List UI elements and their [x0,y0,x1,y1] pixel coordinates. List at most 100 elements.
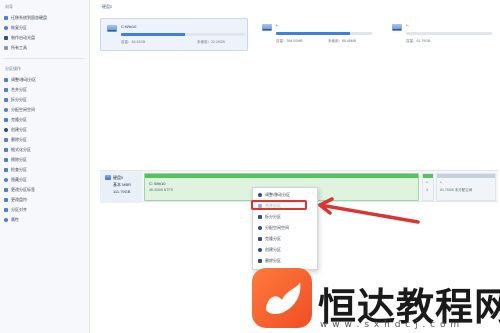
segment-usage-strip [145,174,418,178]
sidebar-item-label: 属性 [11,217,19,222]
sidebar-item-align[interactable]: 分区对齐 [4,206,88,214]
migrate-icon [4,16,8,20]
format-icon [4,148,8,152]
sidebar-item-label: 分区对齐 [11,207,27,212]
sidebar: 向导 迁移系统到固态硬盘 恢复分区 制作启动光盘 所有工具 分区操作 调整/移动… [0,0,90,333]
segment-usage-strip [423,174,433,178]
sidebar-item-clone[interactable]: 克隆分区 [4,116,88,124]
sidebar-item-properties[interactable]: 属性 [4,216,88,224]
segment-size: 46.43GB NTFS [149,188,173,192]
sidebar-item-label: 克隆分区 [11,117,27,122]
restore-icon [4,26,8,30]
drive-icon [392,24,402,31]
drive-icon [107,25,117,32]
ctx-item-label: 调整/移动分区 [265,191,291,197]
resize-icon [4,78,8,82]
sidebar-item-merge[interactable]: 合并分区 [4,86,88,94]
segment-name: *: [440,181,443,185]
sidebar-item-label: 检查分区 [11,167,27,172]
merge-icon [4,88,8,92]
sidebar-item-all-tools[interactable]: 所有工具 [4,44,88,52]
tools-icon [4,46,8,50]
partition-name: *: [276,23,279,28]
sidebar-item-check[interactable]: 检查分区 [4,166,88,174]
disk-info-block[interactable]: 硬盘0 基本 MBR 111.79GB [100,171,142,203]
sidebar-item-restore-partition[interactable]: 恢复分区 [4,24,88,32]
align-icon [4,208,8,212]
usage-fill [121,33,186,36]
free-text: 未使用：22.29GB [197,40,225,44]
ctx-item-create[interactable]: 创建分区 [255,245,317,254]
properties-icon [4,218,8,222]
partition-card-3[interactable]: *: 容量：61.79GB [386,18,496,51]
sidebar-item-label: 合并分区 [11,87,27,92]
sidebar-item-change-label[interactable]: 更改分区标签 [4,186,88,194]
sidebar-item-boot-disc[interactable]: 制作启动光盘 [4,34,88,42]
disk-type: 基本 MBR [113,182,131,187]
capacity-text: 容量：384.00MB [276,39,303,43]
sidebar-item-label: 恢复分区 [11,25,27,30]
drive-letter-icon [4,198,8,202]
delete-icon [258,258,262,263]
partition-card-c[interactable]: C:Win10 容量：46.43GB 未使用：22.29GB [100,18,248,51]
ctx-item-clone[interactable]: 克隆分区 [255,234,317,243]
sidebar-item-label: 所有工具 [11,45,27,50]
hard-disk-icon [105,175,111,180]
hide-icon [4,178,8,182]
sidebar-item-migrate-os[interactable]: 迁移系统到固态硬盘 [4,14,88,22]
watermark-url: w w w . s x h d c j . c o m [320,320,461,330]
highlight-box [251,200,307,210]
sidebar-item-delete[interactable]: 删除分区 [4,136,88,144]
ctx-item-delete[interactable]: 删除分区 [255,256,317,265]
annotation-arrow [318,197,420,224]
disk-label: 硬盘0 [113,175,124,180]
partition-name: C:Win10 [121,24,137,29]
delete-icon [4,138,8,142]
watermark-logo [252,268,312,328]
sidebar-item-label: 删除分区 [11,137,27,142]
disk-section-title: 硬盘0 [102,4,113,9]
disk-segment-2[interactable]: *: 3 [422,173,434,201]
create-icon [258,247,262,252]
clone-icon [4,118,8,122]
sidebar-item-split[interactable]: 拆分分区 [4,96,88,104]
split-icon [258,214,262,219]
sidebar-item-allocate[interactable]: 分配空闲空间 [4,106,88,114]
ctx-item-label: 拆分分区 [265,213,281,219]
sidebar-item-hide[interactable]: 隐藏分区 [4,176,88,184]
sidebar-item-resize[interactable]: 调整/移动分区 [4,76,88,84]
disk-size: 111.79GB [113,189,131,194]
segment-size: 61.79GB 未分配空间 [440,188,473,192]
sidebar-item-label: 创建分区 [11,127,27,132]
sidebar-item-wipe[interactable]: 擦除分区 [4,156,88,164]
sidebar-item-label: 制作启动光盘 [11,35,35,40]
resize-icon [258,192,262,197]
ctx-item-label: 创建分区 [265,246,281,252]
usage-bar [406,32,492,35]
segment-usage-strip [437,174,495,178]
sidebar-item-label: 迁移系统到固态硬盘 [11,15,47,20]
allocate-icon [258,225,262,230]
sidebar-item-label: 擦除分区 [11,157,27,162]
partition-card-2[interactable]: *: 容量：384.00MB 未使用：86.48MB [256,18,376,51]
sidebar-divider [4,58,84,59]
disk-segment-unallocated[interactable]: *: 61.79GB 未分配空间 [436,173,496,201]
partition-name: *: [406,23,409,28]
sidebar-item-format[interactable]: 格式化分区 [4,146,88,154]
allocate-icon [4,108,8,112]
sidebar-section-wizard: 向导 [5,4,13,9]
sidebar-item-create[interactable]: 创建分区 [4,126,88,134]
create-icon [4,128,8,132]
usage-bar [121,33,245,36]
capacity-text: 容量：46.43GB [121,40,146,44]
check-icon [4,168,8,172]
sidebar-section-partition: 分区操作 [5,66,21,71]
ctx-item-label: 分配空闲空间 [265,224,289,230]
sidebar-item-drive-letter[interactable]: 更改盘符 [4,196,88,204]
capacity-text: 容量：61.79GB [406,39,431,43]
sidebar-item-label: 分配空闲空间 [11,107,35,112]
split-icon [4,98,8,102]
ctx-item-label: 删除分区 [265,257,281,263]
wipe-icon [4,158,8,162]
sidebar-item-label: 拆分分区 [11,97,27,102]
